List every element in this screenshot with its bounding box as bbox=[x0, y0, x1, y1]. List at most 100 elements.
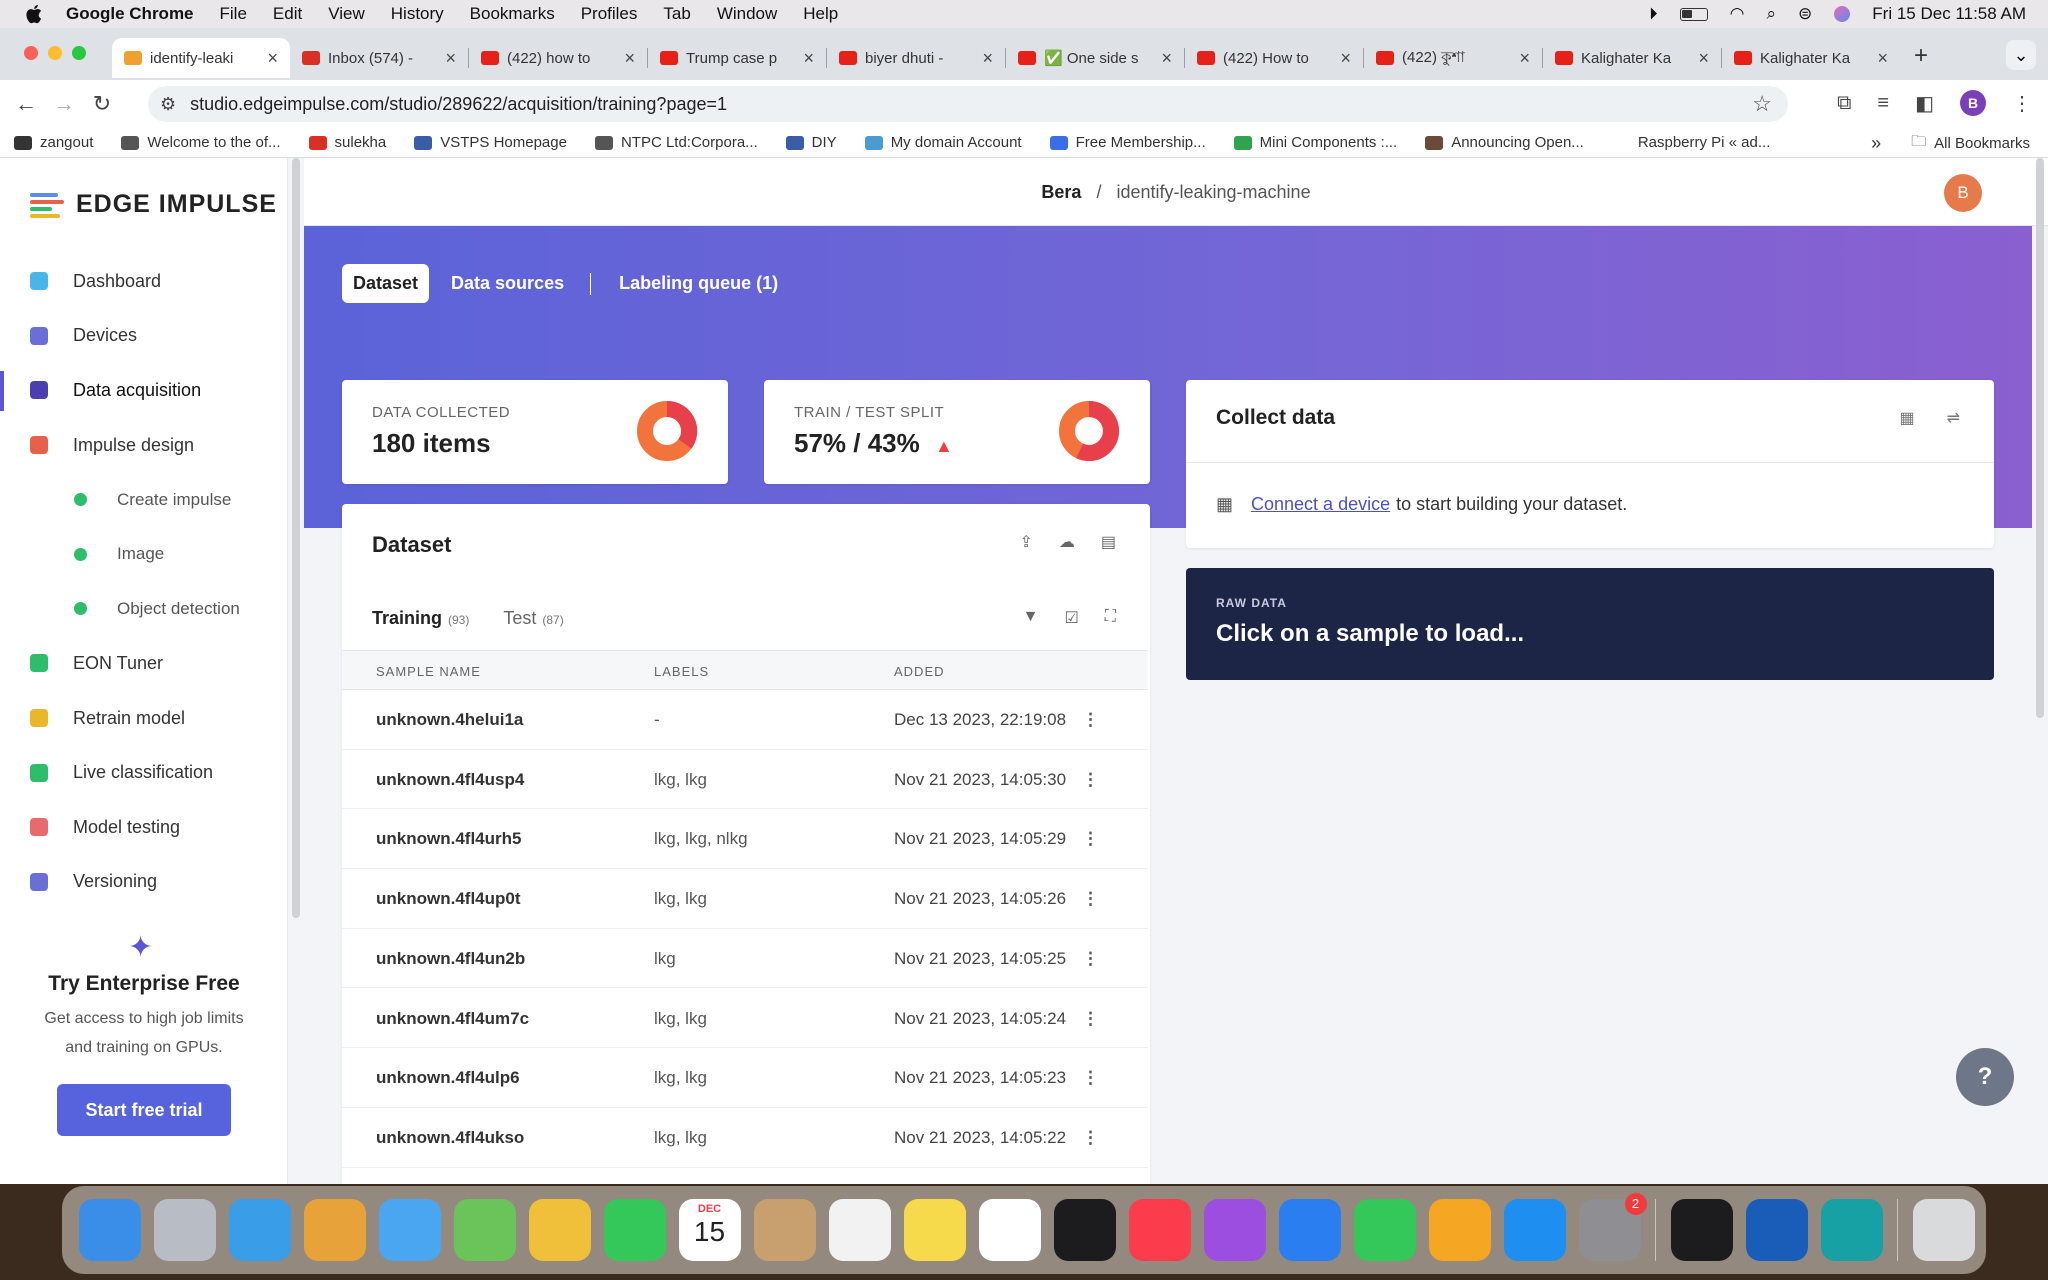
col-labels[interactable]: LABELS bbox=[654, 664, 709, 679]
row-menu-icon[interactable]: ⋮ bbox=[1082, 770, 1099, 790]
battery-icon[interactable] bbox=[1679, 7, 1708, 21]
browser-tab[interactable]: (422) কুশা × bbox=[1364, 38, 1542, 78]
menu-tab[interactable]: Tab bbox=[663, 4, 690, 24]
maximize-window-button[interactable] bbox=[72, 46, 86, 60]
sidebar-item-data-acquisition[interactable]: Data acquisition bbox=[0, 363, 288, 418]
menu-file[interactable]: File bbox=[220, 4, 247, 24]
tab-close-icon[interactable]: × bbox=[267, 48, 278, 69]
bookmark-item[interactable]: Mini Components :... bbox=[1233, 134, 1397, 151]
browser-tab[interactable]: identify-leaki × bbox=[112, 38, 290, 78]
sidebar-item-eon-tuner[interactable]: EON Tuner bbox=[0, 636, 288, 691]
browser-tab[interactable]: ✅ One side s × bbox=[1006, 38, 1184, 78]
sidebar-item-image[interactable]: Image bbox=[0, 527, 288, 582]
browser-tab[interactable]: (422) How to × bbox=[1185, 38, 1363, 78]
table-row[interactable]: unknown.4helui1a - Dec 13 2023, 22:19:08 ⋮ bbox=[342, 690, 1148, 750]
menu-profiles[interactable]: Profiles bbox=[581, 4, 638, 24]
sidebar-scrollbar[interactable] bbox=[292, 158, 300, 918]
app-store-app-icon[interactable] bbox=[1503, 1199, 1566, 1261]
breadcrumb-project[interactable]: identify-leaking-machine bbox=[1116, 182, 1310, 202]
bookmark-item[interactable]: VSTPS Homepage bbox=[414, 134, 567, 151]
contacts-app-icon[interactable] bbox=[753, 1199, 816, 1261]
sample-name[interactable]: unknown.4fl4usp4 bbox=[376, 770, 524, 790]
side-panel-icon[interactable]: ◧ bbox=[1915, 91, 1934, 116]
expand-icon[interactable]: ⛶ bbox=[1105, 608, 1116, 628]
bookmark-item[interactable]: DIY bbox=[785, 134, 837, 151]
breadcrumb-user[interactable]: Bera bbox=[1041, 182, 1081, 202]
sample-name[interactable]: unknown.4helui1a bbox=[376, 710, 523, 730]
sidebar-item-model-testing[interactable]: Model testing bbox=[0, 800, 288, 855]
notes-app-icon[interactable] bbox=[903, 1199, 966, 1261]
new-tab-plus-icon[interactable]: + bbox=[1914, 42, 1928, 80]
filter-icon[interactable]: ▼ bbox=[1023, 608, 1039, 628]
facetime-app-icon[interactable] bbox=[603, 1199, 666, 1261]
reload-icon[interactable]: ↻ bbox=[90, 92, 114, 116]
tab-close-icon[interactable]: × bbox=[624, 48, 635, 69]
play-icon[interactable]: ⏵ bbox=[1649, 4, 1658, 24]
sidebar-item-live-classification[interactable]: Live classification bbox=[0, 745, 288, 800]
tab-close-icon[interactable]: × bbox=[1519, 48, 1530, 69]
select-checkbox-icon[interactable]: ☑ bbox=[1064, 608, 1078, 628]
finder-app-icon[interactable] bbox=[78, 1199, 141, 1261]
trash-app-icon[interactable] bbox=[1912, 1199, 1975, 1261]
maps-app-icon[interactable] bbox=[453, 1199, 516, 1261]
chrome-app-icon[interactable] bbox=[303, 1199, 366, 1261]
photos-app-icon[interactable] bbox=[528, 1199, 591, 1261]
page-scrollbar[interactable] bbox=[2036, 158, 2044, 718]
tab-dataset[interactable]: Dataset bbox=[342, 264, 430, 303]
col-sample-name[interactable]: SAMPLE NAME bbox=[376, 664, 481, 679]
row-menu-icon[interactable]: ⋮ bbox=[1082, 949, 1099, 969]
tab-close-icon[interactable]: × bbox=[1340, 48, 1351, 69]
tab-close-icon[interactable]: × bbox=[1161, 48, 1172, 69]
all-bookmarks[interactable]: 🗀 All Bookmarks bbox=[1911, 131, 2030, 156]
pages-app-icon[interactable] bbox=[1428, 1199, 1491, 1261]
bookmark-item[interactable]: Free Membership... bbox=[1049, 134, 1206, 151]
address-bar[interactable]: ⚙ studio.edgeimpulse.com/studio/289622/a… bbox=[148, 86, 1788, 122]
bookmark-item[interactable]: NTPC Ltd:Corpora... bbox=[594, 134, 758, 151]
chrome-menu-icon[interactable]: ⋮ bbox=[2012, 91, 2032, 116]
sample-name[interactable]: unknown.4fl4up0t bbox=[376, 889, 521, 909]
menu-edit[interactable]: Edit bbox=[273, 4, 302, 24]
tab-close-icon[interactable]: × bbox=[1698, 48, 1709, 69]
calendar-app-icon[interactable]: DEC 15 bbox=[678, 1199, 741, 1261]
table-row[interactable]: unknown.4fl4un2b lkg Nov 21 2023, 14:05:25… bbox=[342, 929, 1148, 989]
tab-data-sources[interactable]: Data sources bbox=[451, 273, 564, 294]
cloud-icon[interactable]: ☁ bbox=[1059, 532, 1075, 552]
row-menu-icon[interactable]: ⋮ bbox=[1082, 1009, 1099, 1029]
table-row[interactable]: unknown.4fl4up0t lkg, lkg Nov 21 2023, 14:… bbox=[342, 869, 1148, 929]
row-menu-icon[interactable]: ⋮ bbox=[1082, 1068, 1099, 1088]
sidebar-item-versioning[interactable]: Versioning bbox=[0, 855, 288, 910]
device-chip-icon[interactable]: ▦ bbox=[1899, 408, 1914, 428]
sidebar-item-retrain-model[interactable]: Retrain model bbox=[0, 691, 288, 746]
menu-view[interactable]: View bbox=[328, 4, 365, 24]
browser-tab[interactable]: (422) how to × bbox=[469, 38, 647, 78]
menu-bookmarks[interactable]: Bookmarks bbox=[470, 4, 555, 24]
browser-tab[interactable]: biyer dhuti - × bbox=[827, 38, 1005, 78]
browser-tab[interactable]: Trump case p × bbox=[648, 38, 826, 78]
close-window-button[interactable] bbox=[24, 46, 38, 60]
forward-icon[interactable]: → bbox=[52, 92, 76, 116]
podcasts-app-icon[interactable] bbox=[1203, 1199, 1266, 1261]
tab-close-icon[interactable]: × bbox=[445, 48, 456, 69]
bookmark-item[interactable]: My domain Account bbox=[864, 134, 1022, 151]
url-text[interactable]: studio.edgeimpulse.com/studio/289622/acq… bbox=[190, 94, 727, 115]
menu-window[interactable]: Window bbox=[717, 4, 777, 24]
tab-training[interactable]: Training bbox=[372, 608, 442, 629]
mail-app-icon[interactable] bbox=[378, 1199, 441, 1261]
sample-name[interactable]: unknown.4fl4ukso bbox=[376, 1128, 524, 1148]
tab-test[interactable]: Test bbox=[503, 608, 536, 629]
media-icon[interactable]: ≡ bbox=[1877, 92, 1889, 115]
sample-name[interactable]: unknown.4fl4urh5 bbox=[376, 829, 521, 849]
apple-icon[interactable] bbox=[24, 3, 46, 25]
sample-name[interactable]: unknown.4fl4um7c bbox=[376, 1009, 529, 1029]
arduino-app-icon[interactable] bbox=[1820, 1199, 1883, 1261]
user-avatar[interactable]: B bbox=[1944, 174, 1982, 212]
menubar-app-name[interactable]: Google Chrome bbox=[66, 4, 194, 24]
more-bookmarks-icon[interactable]: » bbox=[1871, 133, 1881, 154]
connect-device-link[interactable]: Connect a device bbox=[1251, 494, 1390, 515]
siri-icon[interactable] bbox=[1834, 6, 1851, 22]
browser-tab[interactable]: Kalighater Ka × bbox=[1543, 38, 1721, 78]
sidebar-item-impulse-design[interactable]: Impulse design bbox=[0, 418, 288, 473]
reminders-app-icon[interactable] bbox=[828, 1199, 891, 1261]
browser-tab[interactable]: Kalighater Ka × bbox=[1722, 38, 1900, 78]
bookmark-item[interactable]: sulekha bbox=[308, 134, 386, 151]
